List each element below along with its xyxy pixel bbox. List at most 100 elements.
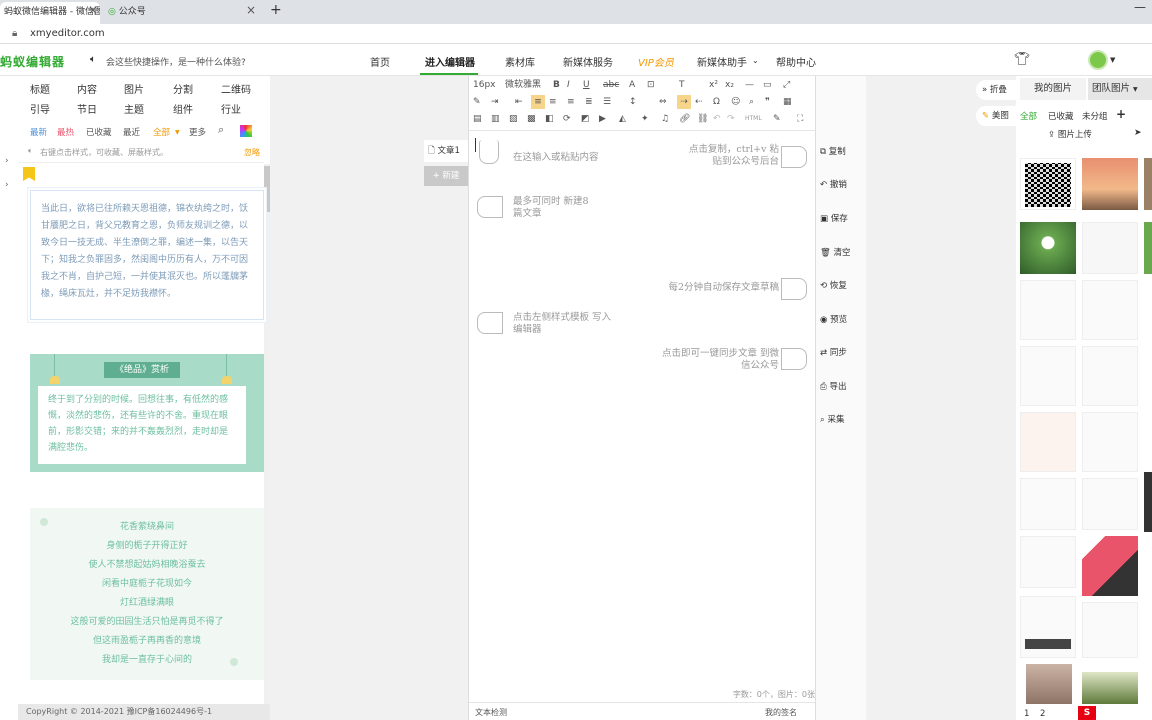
font-family-select[interactable]: 微软雅黑 — [505, 78, 541, 92]
preview-button[interactable]: ◉ 预览 — [820, 309, 864, 331]
image-thumbnail[interactable] — [1082, 672, 1138, 704]
restore-button[interactable]: ⟲ 恢复 — [820, 275, 864, 297]
image-thumbnail[interactable] — [1026, 664, 1072, 704]
strikethrough-icon[interactable]: abc — [603, 78, 619, 92]
page-icon[interactable]: ▭ — [763, 78, 772, 92]
image-thumbnail[interactable] — [1020, 222, 1076, 274]
bold-icon[interactable]: B — [553, 78, 560, 92]
collapse-button[interactable]: » 折叠 — [976, 80, 1016, 100]
filter-newest[interactable]: 最新 — [30, 126, 47, 138]
music-icon[interactable]: ♫ — [661, 112, 669, 126]
new-tab-button[interactable]: + — [270, 2, 282, 18]
nav-vip[interactable]: VIP会员 — [638, 54, 674, 69]
bucket-icon[interactable]: ◭ — [619, 112, 626, 126]
new-article-button[interactable]: + 新建 — [424, 166, 468, 186]
image-thumbnail[interactable] — [1020, 158, 1076, 210]
tab-team-images[interactable]: 团队图片 ▼ — [1088, 78, 1152, 100]
font-size-select[interactable]: 16px — [473, 78, 496, 92]
category-theme[interactable]: 主题 — [124, 101, 144, 116]
cell-split-icon[interactable]: ▥ — [491, 112, 500, 126]
browser-tab-editor[interactable]: 蚂蚁微信编辑器 - 微信图文 — [0, 2, 100, 24]
category-festival[interactable]: 节日 — [77, 101, 97, 116]
multi-image-icon[interactable]: ▩ — [527, 112, 536, 126]
italic-icon[interactable]: I — [567, 78, 570, 92]
letter-spacing-icon[interactable]: ⇔ — [659, 95, 667, 109]
rtl-icon[interactable]: ⇠ — [695, 95, 703, 109]
notice-text[interactable]: 会这些快捷操作，是一种什么体验? — [106, 55, 246, 68]
rotate-icon[interactable]: ⟳ — [563, 112, 571, 126]
video-icon[interactable]: ▶ — [599, 112, 606, 126]
search-icon[interactable]: ⌕ — [218, 123, 224, 137]
undo-button[interactable]: ↶ 撤销 — [820, 174, 864, 196]
nav-materials[interactable]: 素材库 — [505, 54, 535, 69]
image-icon[interactable]: ▨ — [509, 112, 518, 126]
undo-icon[interactable]: ↶ — [713, 112, 721, 126]
category-title[interactable]: 标题 — [30, 81, 50, 96]
page-2[interactable]: 2 — [1040, 709, 1045, 719]
chevron-right-icon[interactable]: › — [5, 180, 9, 190]
magic-icon[interactable]: ✦ — [641, 112, 649, 126]
collect-button[interactable]: ⌕ 采集 — [820, 409, 864, 431]
bookmark-icon[interactable] — [23, 167, 35, 181]
beautify-button[interactable]: ✎ 美图 — [976, 106, 1016, 126]
quote-icon[interactable]: ❞ — [765, 95, 770, 109]
filter-hottest[interactable]: 最热 — [57, 126, 74, 138]
style-template-card[interactable]: 花香萦绕鼻间 身侧的栀子开得正好 使人不禁想起姑妈相晚浴蚕去 闲看中庭栀子花现如… — [30, 508, 264, 680]
nav-home[interactable]: 首页 — [370, 54, 390, 69]
format-brush-icon[interactable]: ✎ — [473, 95, 481, 109]
image-thumbnail[interactable] — [1020, 280, 1076, 340]
filter-more[interactable]: 更多 — [189, 126, 206, 138]
align-right-icon[interactable]: ≡ — [567, 95, 575, 109]
list-icon[interactable]: ☰ — [603, 95, 611, 109]
indent-icon[interactable]: ⇥ — [491, 95, 499, 109]
fullscreen-icon[interactable]: ⤢ — [783, 78, 790, 92]
add-group-icon[interactable]: + — [1116, 107, 1126, 121]
table-insert-icon[interactable]: ▤ — [473, 112, 482, 126]
category-content[interactable]: 内容 — [77, 81, 97, 96]
special-char-icon[interactable]: Ω — [713, 95, 720, 109]
horizontal-rule-icon[interactable]: — — [745, 78, 754, 92]
user-avatar[interactable] — [1088, 50, 1108, 70]
site-logo[interactable]: 蚂蚁编辑器 — [0, 53, 65, 70]
category-divider[interactable]: 分割 — [173, 81, 193, 96]
page-1[interactable]: 1 — [1024, 709, 1029, 719]
text-border-icon[interactable]: ⊡ — [647, 78, 655, 92]
tip-dismiss[interactable]: 忽略 — [244, 147, 260, 158]
html-icon[interactable]: HTML — [745, 112, 762, 126]
nav-assistant[interactable]: 新媒体助手 — [697, 54, 747, 69]
text-check-button[interactable]: 文本检测 — [475, 707, 507, 718]
line-height-icon[interactable]: ↕ — [629, 95, 637, 109]
filter-all[interactable]: 全部 — [153, 126, 170, 138]
close-tab-icon[interactable]: × — [246, 3, 256, 17]
tab-my-images[interactable]: 我的图片 — [1020, 78, 1086, 100]
image-thumbnail[interactable] — [1082, 222, 1138, 274]
align-justify-icon[interactable]: ≣ — [585, 95, 593, 109]
edit-icon[interactable]: ✎ — [773, 112, 781, 126]
color-picker-icon[interactable] — [240, 125, 252, 137]
style-template-card[interactable]: 当此日，欲将已往所赖天恩祖德，锦衣纨绔之时，饫甘餍肥之日，背父兄教育之恩，负师友… — [30, 190, 264, 320]
article-tab[interactable]: 🗋︎ 文章1 — [424, 140, 468, 162]
image-thumbnail[interactable] — [1144, 472, 1152, 532]
nav-media-service[interactable]: 新媒体服务 — [563, 54, 613, 69]
filter-favorites[interactable]: 已收藏 — [86, 126, 112, 138]
background-icon[interactable]: ◧ — [545, 112, 554, 126]
sync-button[interactable]: ⇄ 同步 — [820, 342, 864, 364]
link-icon[interactable]: 🔗︎ — [679, 112, 690, 126]
search-replace-icon[interactable]: ⌕ — [749, 95, 754, 109]
upload-button[interactable]: ⇪ 图片上传 — [1048, 128, 1092, 140]
style-template-card[interactable]: 《绝品》赏析 终于到了分别的时候。回想往事，有低然的感慨，淡然的悲伤，还有些许的… — [30, 354, 264, 472]
image-thumbnail[interactable] — [1082, 478, 1138, 530]
ltr-icon[interactable]: ⇢ — [677, 95, 691, 109]
save-button[interactable]: ▣ 保存 — [820, 208, 864, 230]
copy-button[interactable]: ⧉ 复制 — [820, 141, 864, 163]
category-image[interactable]: 图片 — [124, 81, 144, 96]
filter-recent[interactable]: 最近 — [123, 126, 140, 138]
export-button[interactable]: ⎙ 导出 — [820, 376, 864, 398]
image-thumbnail[interactable] — [1082, 602, 1138, 658]
browser-tab-gongzhonghao[interactable]: ◎ 公众号 — [104, 2, 254, 24]
minimize-icon[interactable]: — — [1134, 0, 1146, 14]
signature-button[interactable]: 我的签名 — [765, 707, 797, 718]
redo-icon[interactable]: ↷ — [727, 112, 735, 126]
url-text[interactable]: xmyeditor.com — [30, 24, 105, 44]
table-icon[interactable]: ▦ — [783, 95, 792, 109]
